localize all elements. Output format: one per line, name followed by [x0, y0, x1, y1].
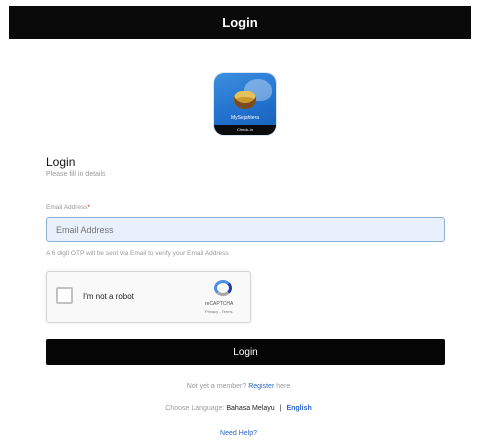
captcha-checkbox[interactable]	[56, 287, 73, 304]
app-logo: MySejahtera Check-In	[214, 73, 276, 135]
email-label-text: Email Address	[46, 204, 88, 211]
member-prefix: Not yet a member?	[186, 383, 249, 390]
top-header-bar: Login	[9, 6, 471, 39]
app-brand-text: MySejahtera	[230, 115, 260, 121]
form-title: Login	[46, 155, 76, 169]
member-suffix: here	[274, 383, 291, 390]
captcha-label: I'm not a robot	[83, 292, 134, 301]
header-title: Login	[222, 15, 258, 30]
email-input[interactable]	[46, 217, 445, 242]
login-button[interactable]: Login	[46, 339, 445, 365]
language-label: Choose Language:	[165, 405, 227, 412]
form-subtitle: Please fill in details	[46, 171, 106, 178]
required-marker: *	[87, 204, 91, 211]
recaptcha-icon	[214, 280, 232, 296]
otp-note: A 6 digit OTP will be sent via Email to …	[46, 250, 229, 257]
language-separator: |	[279, 405, 282, 412]
language-option-bahasa-melayu[interactable]: Bahasa Melayu	[226, 405, 274, 412]
app-tag-text: Check-In	[214, 125, 276, 135]
recaptcha-brand: reCAPTCHA	[205, 301, 234, 307]
need-help-link[interactable]: Need Help?	[0, 430, 477, 437]
language-selector: Choose Language: Bahasa Melayu | English	[0, 405, 477, 412]
register-link[interactable]: Register	[248, 383, 274, 390]
coat-of-arms-icon	[234, 91, 256, 109]
recaptcha-widget: I'm not a robot reCAPTCHA Privacy - Term…	[46, 271, 251, 323]
register-prompt: Not yet a member? Register here	[0, 383, 477, 390]
recaptcha-links[interactable]: Privacy - Terms	[205, 309, 232, 314]
language-option-english[interactable]: English	[286, 405, 311, 412]
email-label: Email Address*	[46, 204, 90, 211]
